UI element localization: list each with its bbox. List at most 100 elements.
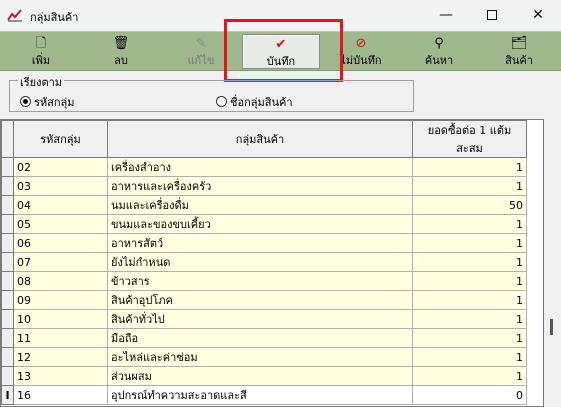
search-icon: ⚲ xyxy=(434,36,444,51)
cell-name[interactable]: อาหารและเครื่องครัว xyxy=(107,176,413,196)
cell-points[interactable]: 1 xyxy=(412,233,527,253)
cell-code[interactable]: 10 xyxy=(13,309,108,329)
document-new-icon: 🗋 xyxy=(35,36,47,51)
search-label: ค้นหา xyxy=(424,54,454,67)
header-name[interactable]: กลุ่มสินค้า xyxy=(107,120,413,158)
cell-code[interactable]: 05 xyxy=(13,214,108,234)
cell-code[interactable]: 06 xyxy=(13,233,108,253)
cell-code[interactable]: 09 xyxy=(13,290,108,310)
product-group-grid[interactable]: รหัสกลุ่ม กลุ่มสินค้า ยอดซื้อต่อ 1 แต้มส… xyxy=(0,119,544,407)
cell-name[interactable]: อาหารสัตว์ xyxy=(107,233,413,253)
header-indicator xyxy=(1,120,14,158)
add-label: เพิ่ม xyxy=(31,54,51,67)
cell-points[interactable]: 1 xyxy=(412,157,527,177)
header-code[interactable]: รหัสกลุ่ม xyxy=(13,120,108,158)
cell-name[interactable]: ข้าวสาร xyxy=(107,271,413,291)
delete-button[interactable]: 🗑 ลบ xyxy=(82,34,160,69)
cell-name[interactable]: อุปกรณ์ทำความสะอาดและสี xyxy=(107,385,413,405)
cell-name[interactable]: สินค้าอุปโภค xyxy=(107,290,413,310)
cell-code[interactable]: 03 xyxy=(13,176,108,196)
row-indicator xyxy=(1,328,14,348)
row-indicator xyxy=(1,366,14,386)
cell-code[interactable]: 16 xyxy=(13,385,108,405)
table-row[interactable]: 04 นมและเครื่องดื่ม 50 xyxy=(1,195,527,215)
close-button[interactable]: ✕ xyxy=(515,0,561,31)
table-row-editing[interactable]: I 16 อุปกรณ์ทำความสะอาดและสี 0 xyxy=(1,385,527,405)
cell-code[interactable]: 11 xyxy=(13,328,108,348)
cell-points[interactable]: 1 xyxy=(412,366,527,386)
table-row[interactable]: 09 สินค้าอุปโภค 1 xyxy=(1,290,527,310)
table-row[interactable]: 05 ขนมและของขบเคี้ยว 1 xyxy=(1,214,527,234)
table-row[interactable]: 02 เครื่องสำอาง 1 xyxy=(1,157,527,177)
header-points[interactable]: ยอดซื้อต่อ 1 แต้มสะสม xyxy=(412,120,527,158)
maximize-icon xyxy=(487,10,497,20)
products-label: สินค้า xyxy=(505,54,533,67)
cell-code[interactable]: 08 xyxy=(13,271,108,291)
row-indicator xyxy=(1,176,14,196)
cell-points[interactable]: 1 xyxy=(412,309,527,329)
row-indicator xyxy=(1,309,14,329)
table-row[interactable]: 07 ยังไม่กำหนด 1 xyxy=(1,252,527,272)
sort-legend: เรียงตาม xyxy=(18,73,65,91)
radio-unselected-icon xyxy=(216,96,227,107)
minimize-button[interactable]: — xyxy=(423,0,469,31)
table-row[interactable]: 13 ส่วนผสม 1 xyxy=(1,366,527,386)
table-row[interactable]: 12 อะไหล่และค่าซ่อม 1 xyxy=(1,347,527,367)
row-indicator xyxy=(1,271,14,291)
grid-header-row: รหัสกลุ่ม กลุ่มสินค้า ยอดซื้อต่อ 1 แต้มส… xyxy=(1,120,527,158)
cell-name[interactable]: ขนมและของขบเคี้ยว xyxy=(107,214,413,234)
grid-table: รหัสกลุ่ม กลุ่มสินค้า ยอดซื้อต่อ 1 แต้มส… xyxy=(1,120,527,405)
scrollbar-thumb[interactable] xyxy=(550,319,553,335)
row-indicator xyxy=(1,233,14,253)
table-row[interactable]: 06 อาหารสัตว์ 1 xyxy=(1,233,527,253)
products-button[interactable]: 🗂 สินค้า xyxy=(480,34,558,69)
table-row[interactable]: 03 อาหารและเครื่องครัว 1 xyxy=(1,176,527,196)
cell-name[interactable]: ส่วนผสม xyxy=(107,366,413,386)
cell-points[interactable]: 1 xyxy=(412,271,527,291)
cell-points[interactable]: 0 xyxy=(412,385,527,405)
table-row[interactable]: 10 สินค้าทั่วไป 1 xyxy=(1,309,527,329)
cell-points[interactable]: 1 xyxy=(412,252,527,272)
cell-points[interactable]: 1 xyxy=(412,214,527,234)
radio-selected-icon xyxy=(20,96,31,107)
product-group-window: กลุ่มสินค้า — ✕ 🗋 เพิ่ม 🗑 ลบ ✎ แก้ไข ✔ บ… xyxy=(0,0,561,407)
row-indicator xyxy=(1,195,14,215)
cell-points[interactable]: 1 xyxy=(412,290,527,310)
sort-by-group: เรียงตาม รหัสกลุ่ม ชื่อกลุ่มสินค้า xyxy=(9,73,414,112)
trash-icon: 🗑 xyxy=(112,36,130,51)
cell-points[interactable]: 50 xyxy=(412,195,527,215)
row-indicator xyxy=(1,214,14,234)
search-button[interactable]: ⚲ ค้นหา xyxy=(400,34,478,69)
cell-name[interactable]: ยังไม่กำหนด xyxy=(107,252,413,272)
row-indicator xyxy=(1,290,14,310)
cell-code[interactable]: 12 xyxy=(13,347,108,367)
cell-name[interactable]: สินค้าทั่วไป xyxy=(107,309,413,329)
cell-points[interactable]: 1 xyxy=(412,176,527,196)
table-row[interactable]: 11 มือถือ 1 xyxy=(1,328,527,348)
sort-by-name-radio[interactable]: ชื่อกลุ่มสินค้า xyxy=(216,93,293,111)
delete-label: ลบ xyxy=(114,54,128,67)
cell-name[interactable]: มือถือ xyxy=(107,328,413,348)
sort-by-code-label: รหัสกลุ่ม xyxy=(34,96,75,109)
sort-by-name-label: ชื่อกลุ่มสินค้า xyxy=(230,96,293,109)
add-button[interactable]: 🗋 เพิ่ม xyxy=(2,34,80,69)
sort-by-code-radio[interactable]: รหัสกลุ่ม xyxy=(20,93,75,111)
app-chart-icon xyxy=(7,9,22,22)
row-indicator xyxy=(1,252,14,272)
cell-code[interactable]: 02 xyxy=(13,157,108,177)
cell-code[interactable]: 07 xyxy=(13,252,108,272)
table-row[interactable]: 08 ข้าวสาร 1 xyxy=(1,271,527,291)
window-title: กลุ่มสินค้า xyxy=(30,11,79,24)
cell-name[interactable]: อะไหล่และค่าซ่อม xyxy=(107,347,413,367)
vertical-scrollbar[interactable] xyxy=(544,119,561,407)
cell-name[interactable]: นมและเครื่องดื่ม xyxy=(107,195,413,215)
cell-code[interactable]: 04 xyxy=(13,195,108,215)
cell-code[interactable]: 13 xyxy=(13,366,108,386)
cell-points[interactable]: 1 xyxy=(412,347,527,367)
save-highlight-box xyxy=(224,19,343,82)
maximize-button[interactable] xyxy=(469,0,515,31)
cell-points[interactable]: 1 xyxy=(412,328,527,348)
cell-name[interactable]: เครื่องสำอาง xyxy=(107,157,413,177)
row-indicator xyxy=(1,157,14,177)
edit-cursor-icon: I xyxy=(1,385,14,405)
